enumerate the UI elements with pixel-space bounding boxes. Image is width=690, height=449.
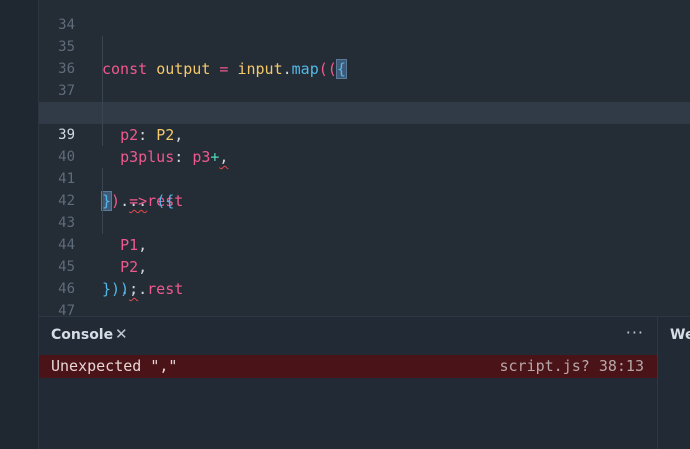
code-line[interactable]: 36 p1: P1,: [39, 36, 690, 122]
indent-guide: [102, 168, 103, 190]
code-line[interactable]: 47 console.log(output): [39, 278, 690, 316]
code-line[interactable]: 37 p2: P2,: [39, 58, 690, 144]
line-number: 47: [58, 303, 75, 316]
error-location-link[interactable]: script.js? 38:13: [500, 355, 645, 378]
code-line[interactable]: 46: [39, 256, 690, 297]
indent-guide: [102, 80, 103, 102]
indent-guide: [102, 212, 103, 234]
error-message: Unexpected ",": [51, 357, 178, 375]
console-header: Console ✕ ···: [39, 317, 658, 355]
code-line[interactable]: 44 ...rest: [39, 212, 690, 298]
tab-console[interactable]: Console: [51, 327, 113, 343]
indent-guide: [102, 102, 103, 124]
active-code-line[interactable]: 39: [39, 102, 690, 143]
console-error-row[interactable]: Unexpected "," script.js? 38:13: [39, 355, 658, 378]
console-panel: Console ✕ ··· Unexpected "," script.js? …: [39, 316, 658, 449]
code-line[interactable]: 35 const output = input.map(({: [39, 14, 690, 79]
code-line[interactable]: 42 P1,: [39, 168, 690, 254]
right-side-panel: We: [657, 316, 690, 449]
indent-guide: [102, 124, 103, 146]
code-line[interactable]: 41 }) => ({: [39, 146, 690, 211]
indent-guide: [102, 190, 103, 212]
tab-right-panel[interactable]: We: [670, 327, 690, 343]
code-editor[interactable]: 34 35 const output = input.map(({ 36 p1:…: [39, 0, 690, 316]
app-root: 34 35 const output = input.map(({ 36 p1:…: [0, 0, 690, 449]
code-line[interactable]: 43 P2,: [39, 190, 690, 276]
more-options-icon[interactable]: ···: [626, 323, 644, 342]
close-icon[interactable]: ✕: [115, 325, 128, 343]
indent-guide: [102, 58, 103, 80]
indent-guide: [102, 36, 103, 58]
code-line[interactable]: 34: [39, 0, 690, 33]
code-line[interactable]: 45 }));: [39, 234, 690, 298]
code-line[interactable]: 40 ...rest: [39, 124, 690, 210]
left-side-strip: [0, 0, 39, 449]
code-line[interactable]: 38 p3plus: p3+,: [39, 80, 690, 166]
